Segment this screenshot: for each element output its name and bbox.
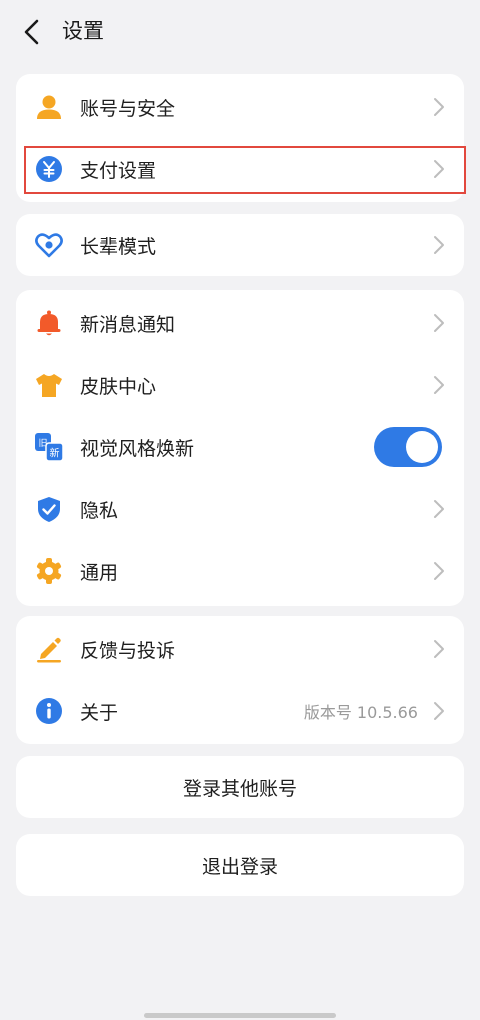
preferences-section: 新消息通知 皮肤中心 旧 新 视觉风格焕新 隐私 通用 xyxy=(16,290,464,606)
version-number: 版本号 10.5.66 xyxy=(303,703,418,722)
settings-item-label: 关于 xyxy=(80,701,119,724)
chevron-right-icon xyxy=(434,314,444,332)
chevron-left-icon xyxy=(24,19,39,45)
header-bar: 设置 xyxy=(0,0,480,62)
settings-item-label: 隐私 xyxy=(80,499,119,522)
chevron-right-icon xyxy=(434,562,444,580)
chevron-right-icon xyxy=(434,702,444,720)
user-icon xyxy=(34,92,64,122)
chevron-right-icon xyxy=(434,160,444,178)
support-section: 反馈与投诉 关于 版本号 10.5.66 xyxy=(16,616,464,744)
settings-item-general[interactable]: 通用 xyxy=(16,540,464,602)
pen-icon xyxy=(34,634,64,664)
info-icon xyxy=(34,696,64,726)
settings-item-label: 皮肤中心 xyxy=(80,375,157,398)
elder-mode-section: 长辈模式 xyxy=(16,214,464,276)
settings-item-about[interactable]: 关于 版本号 10.5.66 xyxy=(16,680,464,742)
settings-item-label: 视觉风格焕新 xyxy=(80,437,195,460)
back-button[interactable] xyxy=(14,14,50,50)
account-section: 账号与安全 支付设置 xyxy=(16,74,464,202)
home-indicator xyxy=(144,1013,336,1018)
shirt-icon xyxy=(34,370,64,400)
shield-icon xyxy=(34,494,64,524)
chevron-right-icon xyxy=(434,236,444,254)
chevron-right-icon xyxy=(434,98,444,116)
settings-item-visual-style: 旧 新 视觉风格焕新 xyxy=(16,416,464,478)
gear-icon xyxy=(34,556,64,586)
settings-item-label: 支付设置 xyxy=(80,159,157,182)
settings-item-label: 反馈与投诉 xyxy=(80,639,176,662)
settings-item-elder-mode[interactable]: 长辈模式 xyxy=(16,214,464,276)
settings-item-notifications[interactable]: 新消息通知 xyxy=(16,292,464,354)
badge-new: 新 xyxy=(50,447,60,460)
settings-item-payment[interactable]: 支付设置 xyxy=(16,138,464,200)
visual-style-toggle[interactable] xyxy=(374,427,442,467)
settings-item-privacy[interactable]: 隐私 xyxy=(16,478,464,540)
logout-button[interactable]: 退出登录 xyxy=(16,834,464,896)
settings-item-label: 账号与安全 xyxy=(80,97,176,120)
settings-item-label: 长辈模式 xyxy=(80,235,157,258)
bell-icon xyxy=(34,308,64,338)
settings-item-feedback[interactable]: 反馈与投诉 xyxy=(16,618,464,680)
chevron-right-icon xyxy=(434,640,444,658)
settings-item-label: 通用 xyxy=(80,561,119,584)
chevron-right-icon xyxy=(434,500,444,518)
badge-old: 旧 xyxy=(38,438,47,449)
toggle-knob xyxy=(406,431,438,463)
chevron-right-icon xyxy=(434,376,444,394)
page-title: 设置 xyxy=(62,19,104,43)
switch-account-button[interactable]: 登录其他账号 xyxy=(16,756,464,818)
heart-icon xyxy=(34,230,64,260)
settings-item-skin-center[interactable]: 皮肤中心 xyxy=(16,354,464,416)
settings-item-account-security[interactable]: 账号与安全 xyxy=(16,76,464,138)
style-icon: 旧 新 xyxy=(34,432,64,462)
yuan-icon xyxy=(34,154,64,184)
settings-item-label: 新消息通知 xyxy=(80,313,176,336)
